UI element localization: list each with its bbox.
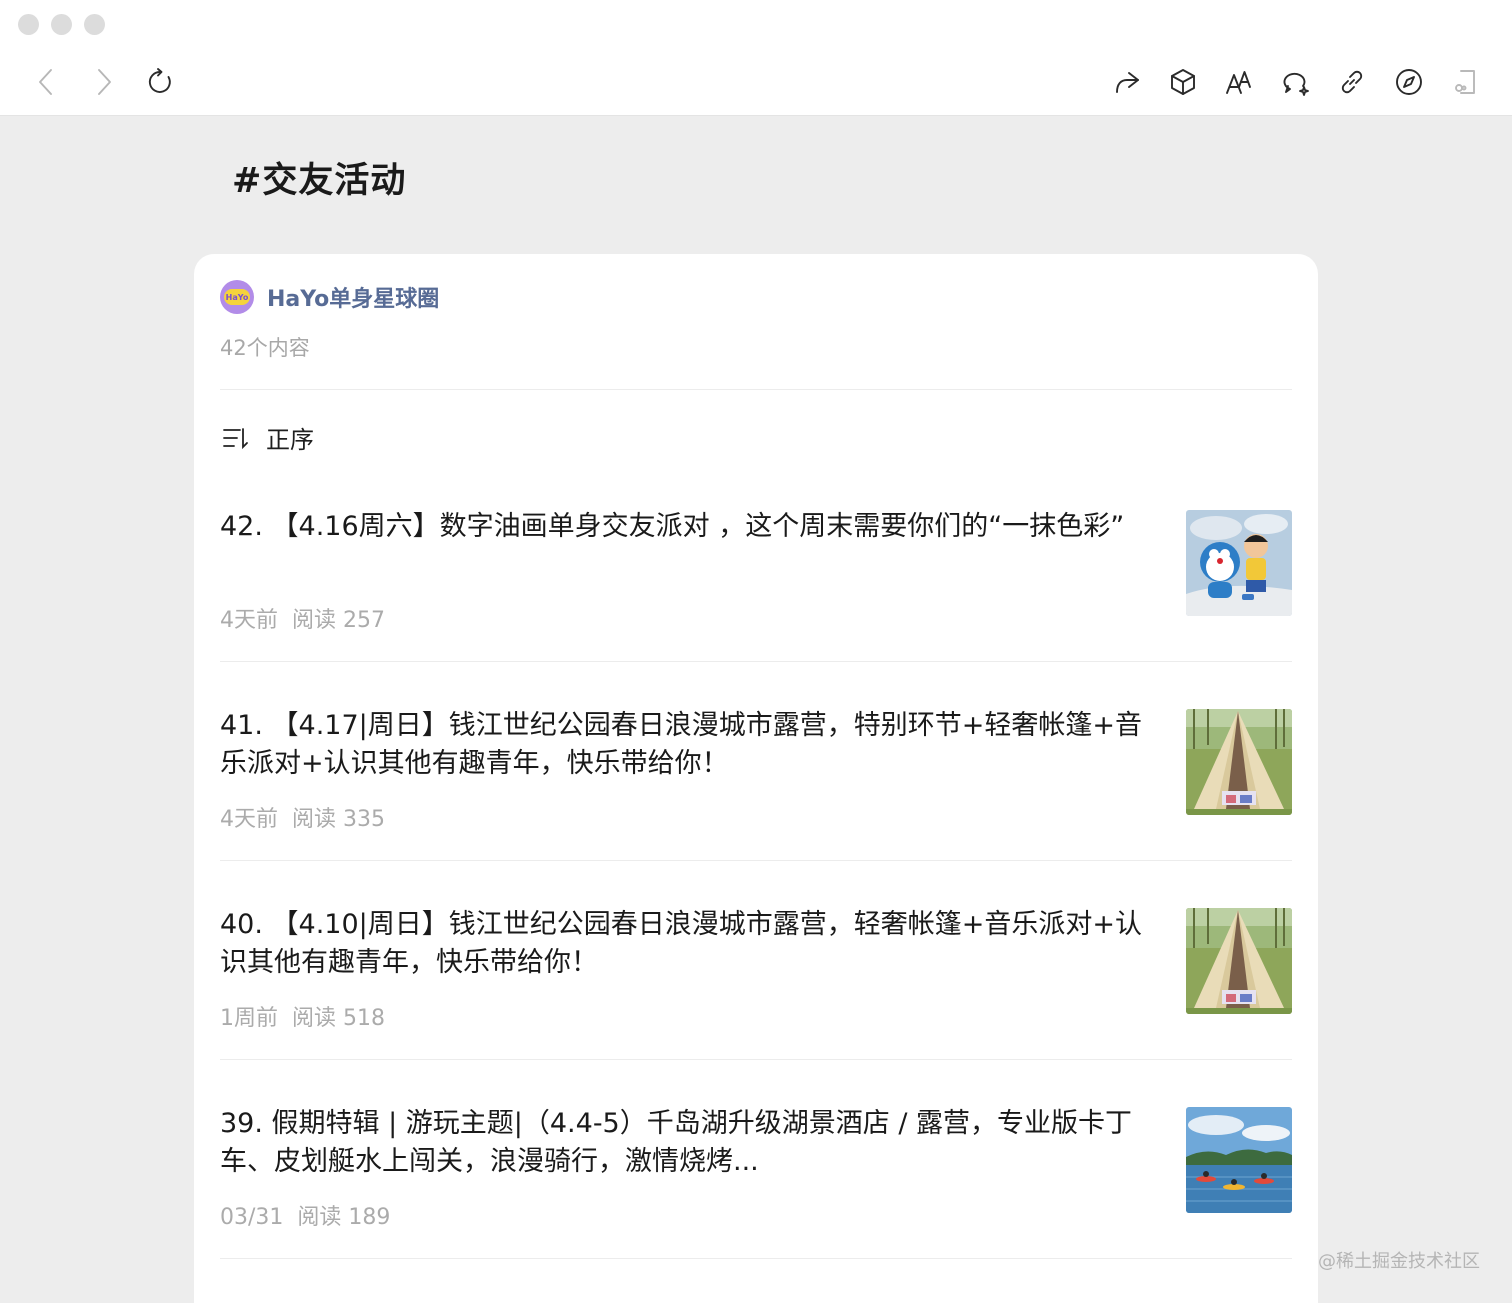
article-reads: 阅读 518 [292, 1006, 385, 1031]
circle-header[interactable]: HaYo HaYo单身星球圈 [220, 280, 439, 314]
avatar-logo: HaYo [224, 289, 250, 305]
comment-icon [1283, 72, 1309, 96]
title-bar [0, 0, 1512, 116]
article-meta: 4天前 阅读 257 [220, 602, 385, 634]
maximize-window-button[interactable] [84, 14, 105, 35]
tent-thumbnail-image [1186, 908, 1292, 1014]
article-thumbnail [1186, 510, 1292, 616]
cartoon-thumbnail-image [1186, 510, 1292, 616]
copy-link-button[interactable] [1330, 60, 1374, 104]
article-time: 1周前 [220, 1006, 278, 1031]
article-item[interactable]: 39. 假期特辑 | 游玩主题|（4.4-5）千岛湖升级湖景酒店 / 露营，专业… [220, 1105, 1292, 1303]
article-time: 4天前 [220, 608, 278, 633]
article-item[interactable]: 40. 【4.10|周日】钱江世纪公园春日浪漫城市露营，轻奢帐篷+音乐派对+认识… [220, 906, 1292, 1105]
share-icon [1116, 72, 1139, 93]
article-reads: 阅读 257 [292, 608, 385, 633]
compass-icon [1396, 69, 1422, 95]
content-count: 42个内容 [220, 336, 310, 360]
article-list-card: HaYo HaYo单身星球圈 42个内容 正序 42. 【4.16周六】数字油画… [194, 254, 1318, 1303]
window-controls [18, 14, 105, 35]
open-in-browser-button[interactable] [1387, 60, 1431, 104]
link-icon [1341, 70, 1363, 94]
article-thumbnail [1186, 908, 1292, 1014]
close-window-button[interactable] [18, 14, 39, 35]
comment-button[interactable] [1274, 60, 1318, 104]
share-button[interactable] [1105, 60, 1149, 104]
back-icon [39, 69, 52, 95]
article-item[interactable]: 42. 【4.16周六】数字油画单身交友派对 ，这个周末需要你们的“一抹色彩” … [220, 508, 1292, 707]
lake-thumbnail-image [1186, 1107, 1292, 1213]
circle-name: HaYo单身星球圈 [267, 287, 440, 312]
article-title: 40. 【4.10|周日】钱江世纪公园春日浪漫城市露营，轻奢帐篷+音乐派对+认识… [220, 909, 1142, 978]
article-reads: 阅读 189 [297, 1205, 391, 1230]
back-button[interactable] [25, 60, 69, 104]
forward-icon [98, 69, 111, 95]
app-window: #交友活动 HaYo HaYo单身星球圈 42个内容 正序 42. 【4.16周… [0, 0, 1512, 1303]
article-item[interactable]: 41. 【4.17|周日】钱江世纪公园春日浪漫城市露营，特别环节+轻奢帐篷+音乐… [220, 707, 1292, 906]
article-thumbnail [1186, 709, 1292, 815]
article-title: 39. 假期特辑 | 游玩主题|（4.4-5）千岛湖升级湖景酒店 / 露营，专业… [220, 1108, 1133, 1177]
sort-toggle[interactable]: 正序 [220, 420, 314, 455]
page-title: #交友活动 [232, 161, 407, 201]
refresh-button[interactable] [138, 60, 182, 104]
article-title: 42. 【4.16周六】数字油画单身交友派对 ，这个周末需要你们的“一抹色彩” [220, 511, 1125, 542]
article-title: 41. 【4.17|周日】钱江世纪公园春日浪漫城市露营，特别环节+轻奢帐篷+音乐… [220, 710, 1142, 779]
article-meta: 4天前 阅读 335 [220, 801, 385, 833]
tent-thumbnail-image [1186, 709, 1292, 815]
box-icon [1171, 69, 1195, 95]
forward-button[interactable] [81, 60, 125, 104]
divider [220, 661, 1292, 662]
sort-label: 正序 [266, 426, 314, 454]
divider [220, 1258, 1292, 1259]
reading-mode-button[interactable] [1443, 60, 1487, 104]
article-time: 4天前 [220, 807, 278, 832]
mini-program-button[interactable] [1161, 60, 1205, 104]
sort-ascending-icon [223, 427, 248, 449]
divider [220, 1059, 1292, 1060]
reading-mode-icon [1455, 70, 1475, 94]
divider [220, 389, 1292, 390]
watermark: @稀土掘金技术社区 [1318, 1251, 1480, 1272]
article-meta: 1周前 阅读 518 [220, 1000, 385, 1032]
article-time: 03/31 [220, 1205, 284, 1230]
divider [220, 860, 1292, 861]
article-reads: 阅读 335 [292, 807, 385, 832]
article-thumbnail [1186, 1107, 1292, 1213]
font-size-button[interactable] [1217, 60, 1261, 104]
avatar: HaYo [220, 280, 254, 314]
refresh-icon [148, 68, 171, 93]
font-size-icon [1226, 71, 1251, 94]
article-meta: 03/31 阅读 189 [220, 1199, 390, 1231]
minimize-window-button[interactable] [51, 14, 72, 35]
